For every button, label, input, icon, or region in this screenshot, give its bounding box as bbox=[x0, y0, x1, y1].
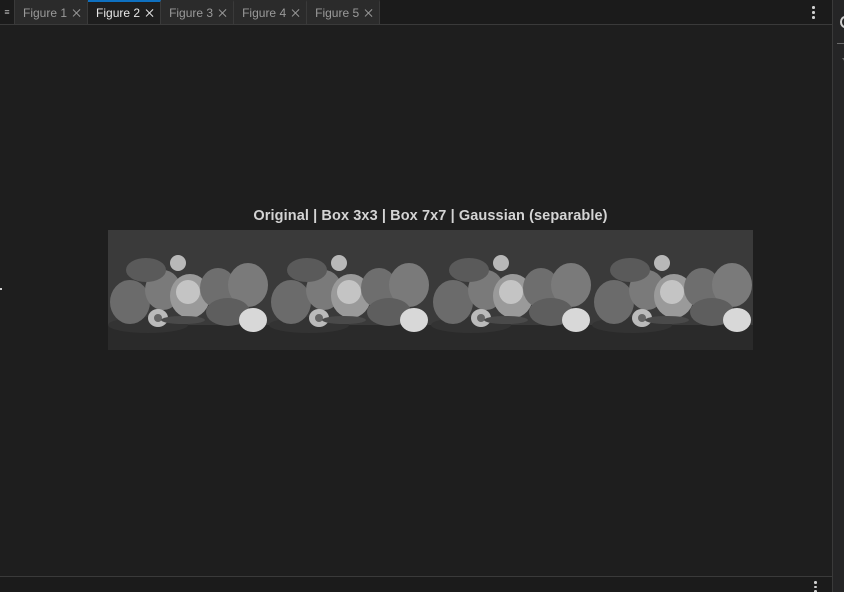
image-panel-gaussian bbox=[591, 230, 753, 350]
image-montage bbox=[108, 230, 753, 350]
close-icon[interactable] bbox=[217, 7, 229, 19]
image-panel-box-3x3 bbox=[269, 230, 431, 350]
tab-figure-5[interactable]: Figure 5 bbox=[307, 0, 381, 24]
panel-toggle-icon[interactable] bbox=[840, 16, 844, 28]
tab-label: Figure 1 bbox=[23, 6, 68, 20]
figure-viewer-window: ≡ Figure 1 Figure 2 Figure 3 Figure 4 Fi… bbox=[0, 0, 844, 592]
close-icon[interactable] bbox=[290, 7, 302, 19]
tab-label: Figure 4 bbox=[242, 6, 287, 20]
tab-figure-3[interactable]: Figure 3 bbox=[161, 0, 235, 24]
close-icon[interactable] bbox=[363, 7, 375, 19]
more-options-icon[interactable] bbox=[808, 4, 818, 20]
left-edge-marker bbox=[0, 288, 2, 290]
more-options-icon[interactable] bbox=[810, 580, 820, 592]
image-panel-original bbox=[108, 230, 270, 350]
tab-figure-1[interactable]: Figure 1 bbox=[15, 0, 89, 24]
tab-label: Figure 3 bbox=[169, 6, 214, 20]
tab-menu-icon[interactable]: ≡ bbox=[0, 0, 15, 24]
tab-label: Figure 5 bbox=[315, 6, 360, 20]
tab-figure-4[interactable]: Figure 4 bbox=[234, 0, 308, 24]
tab-bar: ≡ Figure 1 Figure 2 Figure 3 Figure 4 Fi… bbox=[0, 0, 832, 25]
image-panel-box-7x7 bbox=[430, 230, 592, 350]
divider bbox=[837, 43, 844, 44]
tab-label: Figure 2 bbox=[96, 6, 141, 20]
side-panel-strip bbox=[832, 0, 844, 592]
figure-title: Original | Box 3x3 | Box 7x7 | Gaussian … bbox=[253, 208, 608, 224]
close-icon[interactable] bbox=[71, 7, 83, 19]
close-icon[interactable] bbox=[144, 7, 156, 19]
status-bar bbox=[0, 576, 832, 592]
tab-figure-2[interactable]: Figure 2 bbox=[88, 0, 162, 24]
